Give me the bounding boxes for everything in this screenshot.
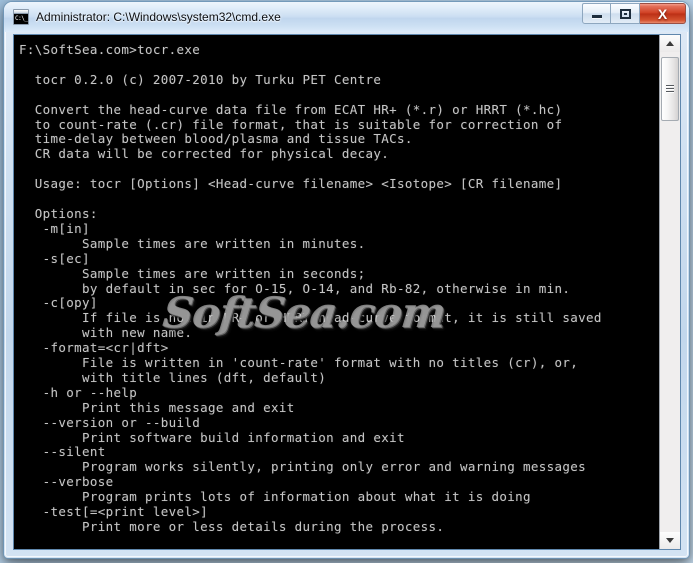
chevron-down-icon bbox=[666, 538, 674, 543]
cmd-console-icon: C:\_ bbox=[13, 9, 29, 25]
cmd-window: C:\_ Administrator: C:\Windows\system32\… bbox=[4, 2, 689, 558]
chevron-up-icon bbox=[666, 41, 674, 46]
window-titlebar[interactable]: C:\_ Administrator: C:\Windows\system32\… bbox=[4, 2, 689, 32]
window-title: Administrator: C:\Windows\system32\cmd.e… bbox=[36, 10, 281, 24]
close-button[interactable]: X bbox=[640, 3, 686, 24]
close-icon: X bbox=[657, 5, 668, 22]
scroll-down-arrow[interactable] bbox=[660, 532, 680, 549]
console-client-area[interactable]: F:\SoftSea.com>tocr.exe tocr 0.2.0 (c) 2… bbox=[13, 34, 681, 550]
maximize-button[interactable] bbox=[611, 3, 640, 24]
minimize-icon bbox=[583, 4, 610, 23]
console-scrollbar[interactable] bbox=[659, 35, 680, 549]
maximize-icon bbox=[611, 4, 639, 23]
scroll-thumb[interactable] bbox=[661, 57, 679, 121]
window-controls: X bbox=[582, 3, 686, 25]
minimize-button[interactable] bbox=[582, 3, 611, 24]
console-output: F:\SoftSea.com>tocr.exe tocr 0.2.0 (c) 2… bbox=[19, 42, 602, 549]
desktop-background: C:\_ Administrator: C:\Windows\system32\… bbox=[0, 0, 693, 563]
icon-prompt-text: C:\_ bbox=[14, 14, 28, 24]
scroll-up-arrow[interactable] bbox=[660, 35, 680, 52]
scroll-thumb-grip-icon bbox=[666, 85, 674, 93]
scroll-track-lower[interactable] bbox=[660, 121, 680, 532]
